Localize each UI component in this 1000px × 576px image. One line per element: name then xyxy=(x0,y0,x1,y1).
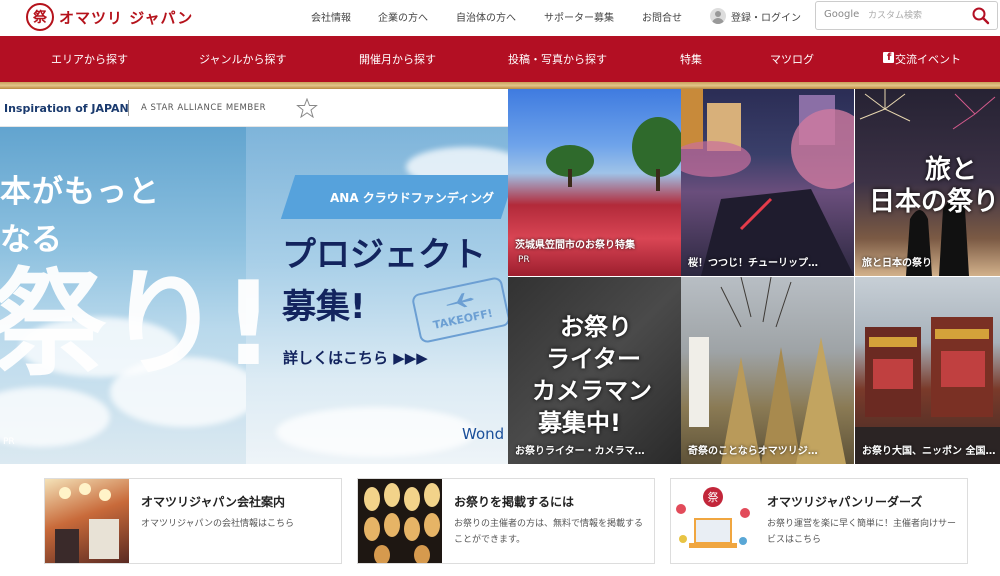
link-company-info[interactable]: 会社情報 xyxy=(311,9,351,24)
tile-kasama-feature[interactable]: 茨城県笠間市のお祭り特集 PR xyxy=(508,89,681,276)
star-alliance-icon xyxy=(296,98,318,118)
hero-project-title: プロジェクト xyxy=(282,235,486,275)
inspiration-of-japan-label: Inspiration of JAPAN xyxy=(4,102,129,115)
tile-caption: お祭りライター・カメラマ… xyxy=(515,446,645,457)
card-title: オマツリジャパンリーダーズ xyxy=(767,495,923,509)
nav-features[interactable]: 特集 xyxy=(680,51,702,67)
leaders-laptop-illustration: 祭 xyxy=(676,487,750,548)
search-icon[interactable] xyxy=(971,6,991,26)
star-alliance-label: A STAR ALLIANCE MEMBER xyxy=(141,103,266,113)
logo-text: オマツリ ジャパン xyxy=(59,8,194,27)
tile-caption: 桜！つつじ！チューリップ… xyxy=(688,258,818,269)
hero-details-link[interactable]: 詳しくはこちら ▶▶▶ xyxy=(283,347,428,368)
airplane-icon xyxy=(446,292,475,308)
card-company-info[interactable]: オマツリジャパン会社案内 オマツリジャパンの会社情報はこちら xyxy=(44,478,342,564)
tile-caption: 茨城県笠間市のお祭り特集 xyxy=(515,240,635,251)
card-title: お祭りを掲載するには xyxy=(454,495,575,509)
nav-gold-divider xyxy=(0,82,1000,89)
nav-by-area[interactable]: エリアから探す xyxy=(51,51,128,67)
crowdfunding-ribbon-text: ANA クラウドファンディング xyxy=(330,191,494,205)
link-contact[interactable]: お問合せ xyxy=(642,9,682,24)
tile-travel-japan-matsuri[interactable]: 旅と 日本の祭り 旅と日本の祭り xyxy=(855,89,1000,276)
link-for-companies[interactable]: 企業の方へ xyxy=(378,9,428,24)
tile-festival-nation[interactable]: お祭り大国、ニッポン 全国… xyxy=(855,277,1000,464)
card-company-image xyxy=(45,479,129,563)
tile-pr-label: PR xyxy=(518,255,530,265)
takeoff-text: TAKEOFF! xyxy=(431,306,494,332)
hero-copy-line2: なる xyxy=(0,222,62,258)
tile-kisai[interactable]: 奇祭のことならオマツリジ… xyxy=(681,277,854,464)
card-description: オマツリジャパンの会社情報はこちら xyxy=(141,519,295,529)
tile-overlay-line2: ライター xyxy=(546,345,642,373)
float-festival-illustration xyxy=(855,317,1000,464)
card-list-festival[interactable]: お祭りを掲載するには お祭りの主催者の方は、無料で情報を掲載することができます。 xyxy=(357,478,655,564)
tile-caption: お祭り大国、ニッポン 全国… xyxy=(862,446,996,457)
lantern-crowd-illustration xyxy=(55,483,119,563)
user-avatar-icon[interactable] xyxy=(710,8,726,24)
logo-mark-icon: 祭 xyxy=(26,3,54,31)
site-logo[interactable]: 祭 オマツリ ジャパン xyxy=(26,2,193,32)
nav-matsulog[interactable]: マツログ xyxy=(770,51,814,67)
card-description: お祭りの主催者の方は、無料で情報を掲載することができます。 xyxy=(454,519,644,545)
card-description: お祭り運営を楽に早く簡単に！主催者向けサービスはこちら xyxy=(767,519,957,545)
link-for-municipalities[interactable]: 自治体の方へ xyxy=(456,9,516,24)
hero-wond-logo: Wond xyxy=(462,425,505,443)
card-listing-image xyxy=(358,479,442,563)
card-title: オマツリジャパン会社案内 xyxy=(141,495,286,509)
hero-boshu-title: 募集! xyxy=(282,287,366,327)
facebook-icon[interactable]: f xyxy=(883,52,894,63)
nav-exchange-events[interactable]: 交流イベント xyxy=(895,51,961,67)
nav-by-posts-photos[interactable]: 投稿・写真から探す xyxy=(508,51,607,67)
tile-sakura-tsutsuji-tulip[interactable]: 桜！つつじ！チューリップ… xyxy=(681,89,854,276)
hero-divider xyxy=(128,100,129,116)
svg-text:祭: 祭 xyxy=(708,491,719,504)
tile-caption: 旅と日本の祭り xyxy=(862,258,932,269)
tile-overlay-line2: 日本の祭り xyxy=(869,187,1000,217)
top-header: 祭 オマツリ ジャパン 会社情報 企業の方へ 自治体の方へ サポーター募集 お問… xyxy=(0,0,1000,36)
hero-copy-line1: 本がもっと xyxy=(0,174,160,210)
ana-hero-banner[interactable]: Inspiration of JAPAN A STAR ALLIANCE MEM… xyxy=(0,89,508,464)
link-supporter-recruit[interactable]: サポーター募集 xyxy=(544,9,614,24)
search-input[interactable] xyxy=(868,6,973,26)
straw-festival-illustration xyxy=(689,277,846,464)
google-brand-label: Google xyxy=(824,9,860,20)
search-box: Google xyxy=(815,1,998,30)
card-leaders-image: 祭 xyxy=(671,479,755,563)
night-canal-illustration xyxy=(681,89,854,276)
hero-pr-label: PR xyxy=(3,437,15,447)
tile-overlay-line3: カメラマン xyxy=(532,377,652,405)
tile-overlay-line4: 募集中! xyxy=(538,409,621,437)
link-register-login[interactable]: 登録・ログイン xyxy=(731,9,801,24)
chochin-lanterns-illustration xyxy=(364,483,440,563)
nav-by-genre[interactable]: ジャンルから探す xyxy=(199,51,286,67)
nav-by-month[interactable]: 開催月から探す xyxy=(359,51,436,67)
card-leaders[interactable]: 祭 オマツリジャパンリーダーズ お祭り運営を楽に早く簡単に！主催者向けサービスは… xyxy=(670,478,968,564)
hero-big-matsuri: 祭り! xyxy=(0,257,275,392)
tile-overlay-line1: お祭り xyxy=(560,313,632,341)
tile-caption: 奇祭のことならオマツリジ… xyxy=(688,446,818,457)
main-nav: エリアから探す ジャンルから探す 開催月から探す 投稿・写真から探す 特集 マツ… xyxy=(0,36,1000,82)
tile-writer-recruit[interactable]: お祭り ライター カメラマン 募集中! お祭りライター・カメラマ… xyxy=(508,277,681,464)
hero-header-strip: Inspiration of JAPAN A STAR ALLIANCE MEM… xyxy=(0,89,508,127)
